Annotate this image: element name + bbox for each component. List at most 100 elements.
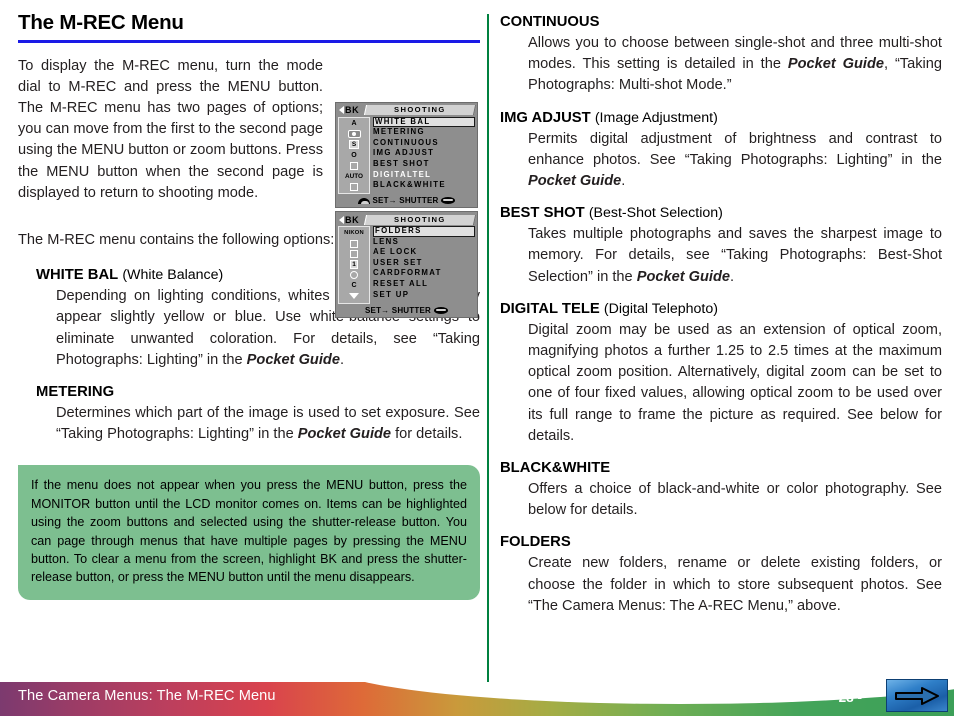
term-label: WHITE BAL [36,267,119,284]
lcd-top-bar: BK SHOOTING [338,214,477,225]
right-column: CONTINUOUS Allows you to choose between … [500,12,942,662]
shutter-button-icon [441,197,456,205]
lcd-screen-page2: BK SHOOTING NIKON 1 C FOLDERS LENS AE LO… [335,211,478,318]
definition-term: IMG ADJUST (Image Adjustment) [500,108,942,128]
definition-body: Offers a choice of black-and-white or co… [500,479,942,521]
lcd-item[interactable]: RESET ALL [373,279,475,290]
square-icon [339,239,369,250]
lcd-item[interactable]: CONTINUOUS [373,138,475,149]
body-text-pre: Digital zoom may be used as an extension… [528,321,942,444]
definition-metering: METERING Determines which part of the im… [18,382,480,445]
lcd-item[interactable]: USER SET [373,258,475,269]
term-gloss: (Digital Telephoto) [603,300,718,317]
square-icon [339,249,369,260]
square-icon [339,161,369,172]
using-the-menus-callout: Using the menus If the menu does not app… [18,465,480,600]
back-triangle-icon [339,106,344,115]
definition-term: DIGITAL TELE (Digital Telephoto) [500,299,942,319]
pocket-guide-reference: Pocket Guide [297,426,392,443]
definition-img-adjust: IMG ADJUST (Image Adjustment) Permits di… [500,108,942,193]
square-icon [339,182,369,193]
lcd-icon-c: C [351,282,357,290]
lcd-icon-o: O [351,151,357,159]
definition-term: CONTINUOUS [500,12,942,32]
lcd-item[interactable]: METERING [373,127,475,138]
document-page: The M-REC Menu To display the M-REC menu… [0,0,954,716]
lcd-icon-userset-1: 1 [339,260,369,271]
lcd-icon-s: S [339,140,369,151]
left-column: The M-REC Menu To display the M-REC menu… [18,11,480,672]
body-text-pre: Takes multiple photographs and saves the… [528,226,942,285]
next-page-button[interactable] [886,679,948,712]
intro-paragraph: To display the M-REC menu, turn the mode… [18,57,323,201]
definition-best-shot: BEST SHOT (Best-Shot Selection) Takes mu… [500,203,942,288]
lcd-item[interactable]: BLACK&WHITE [373,180,475,191]
lcd-icon-nikon: NIKON [344,230,364,237]
lcd-item[interactable]: CARDFORMAT [373,268,475,279]
lcd-icon-a: A [351,120,357,128]
lcd-bk-label: BK [345,214,360,225]
definition-body: Digital zoom may be used as an extension… [500,320,942,447]
term-label: IMG ADJUST [500,109,591,126]
definition-body: Create new folders, rename or delete exi… [500,553,942,617]
lcd-item[interactable]: AE LOCK [373,247,475,258]
pocket-guide-reference: Pocket Guide [528,173,622,190]
definition-body: Permits digital adjustment of brightness… [500,129,942,193]
term-label: CONTINUOUS [500,14,600,30]
lcd-mode-icon-column: A S O AUTO [338,116,370,195]
lcd-body: NIKON 1 C FOLDERS LENS AE LOCK USER SET … [338,226,475,304]
lcd-item[interactable]: IMG ADJUST [373,148,475,159]
pocket-guide-reference: Pocket Guide [636,268,730,285]
lcd-menu-items-page2: FOLDERS LENS AE LOCK USER SET CARDFORMAT… [370,226,475,304]
footer-breadcrumb: The Camera Menus: The M-REC Menu [18,688,276,704]
definition-continuous: CONTINUOUS Allows you to choose between … [500,12,942,97]
lcd-tab-title: SHOOTING [364,214,477,225]
right-arrow-icon [895,686,939,705]
definition-term: BEST SHOT (Best-Shot Selection) [500,203,942,223]
term-label: FOLDERS [500,534,571,551]
spot-metering-icon [339,129,369,140]
shutter-button-icon [433,306,448,314]
lcd-top-bar: BK SHOOTING [338,105,477,116]
pocket-guide-reference: Pocket Guide [787,56,884,73]
definition-term: FOLDERS [500,532,942,552]
down-triangle-icon [339,291,369,302]
intro-section: To display the M-REC menu, turn the mode… [18,56,480,318]
definition-body: Determines which part of the image is us… [18,403,480,445]
lcd-menu-items-page1: WHITE BAL METERING CONTINUOUS IMG ADJUST… [370,116,475,195]
term-label: DIGITAL TELE [500,300,600,317]
pocket-guide-reference: Pocket Guide [246,351,340,368]
callout-box: If the menu does not appear when you pre… [18,465,480,600]
lcd-item[interactable]: DIGITALTEL [373,170,475,181]
lcd-item[interactable]: FOLDERS [373,226,475,237]
page-number: - 28 - [830,690,862,705]
definition-term: BLACK&WHITE [500,458,942,478]
lcd-footer-label: SET→ SHUTTER [372,196,439,206]
body-text-post: . [339,351,344,368]
circle-icon [339,270,369,281]
body-text-post: . [621,173,626,190]
zoom-button-icon [357,197,370,204]
definition-digital-tele: DIGITAL TELE (Digital Telephoto) Digital… [500,299,942,447]
body-text-post: for details. [391,426,463,443]
lcd-tab-title: SHOOTING [364,105,477,116]
back-triangle-icon [339,215,344,224]
page-footer: The Camera Menus: The M-REC Menu - 28 - [0,682,954,716]
lcd-item[interactable]: SET UP [373,290,475,301]
definition-folders: FOLDERS Create new folders, rename or de… [500,532,942,617]
lcd-item[interactable]: WHITE BAL [373,116,475,128]
term-gloss: (White Balance) [122,267,224,284]
lcd-body: A S O AUTO WHITE BAL METERING CONTINUOUS [338,116,475,195]
column-divider [487,14,489,684]
body-text-pre: Create new folders, rename or delete exi… [528,555,942,614]
lcd-item[interactable]: BEST SHOT [373,159,475,170]
term-label: METERING [36,383,115,400]
body-text-pre: Permits digital adjustment of brightness… [528,130,942,168]
lcd-item[interactable]: LENS [373,237,475,248]
definition-term: METERING [18,382,480,402]
term-gloss: (Image Adjustment) [594,109,718,126]
lcd-bk-label: BK [345,105,360,116]
title-rule [18,39,480,43]
body-text-pre: Offers a choice of black-and-white or co… [528,481,942,519]
lcd-screen-page1: BK SHOOTING A S O AUTO WHITE BAL METERIN… [335,101,478,209]
